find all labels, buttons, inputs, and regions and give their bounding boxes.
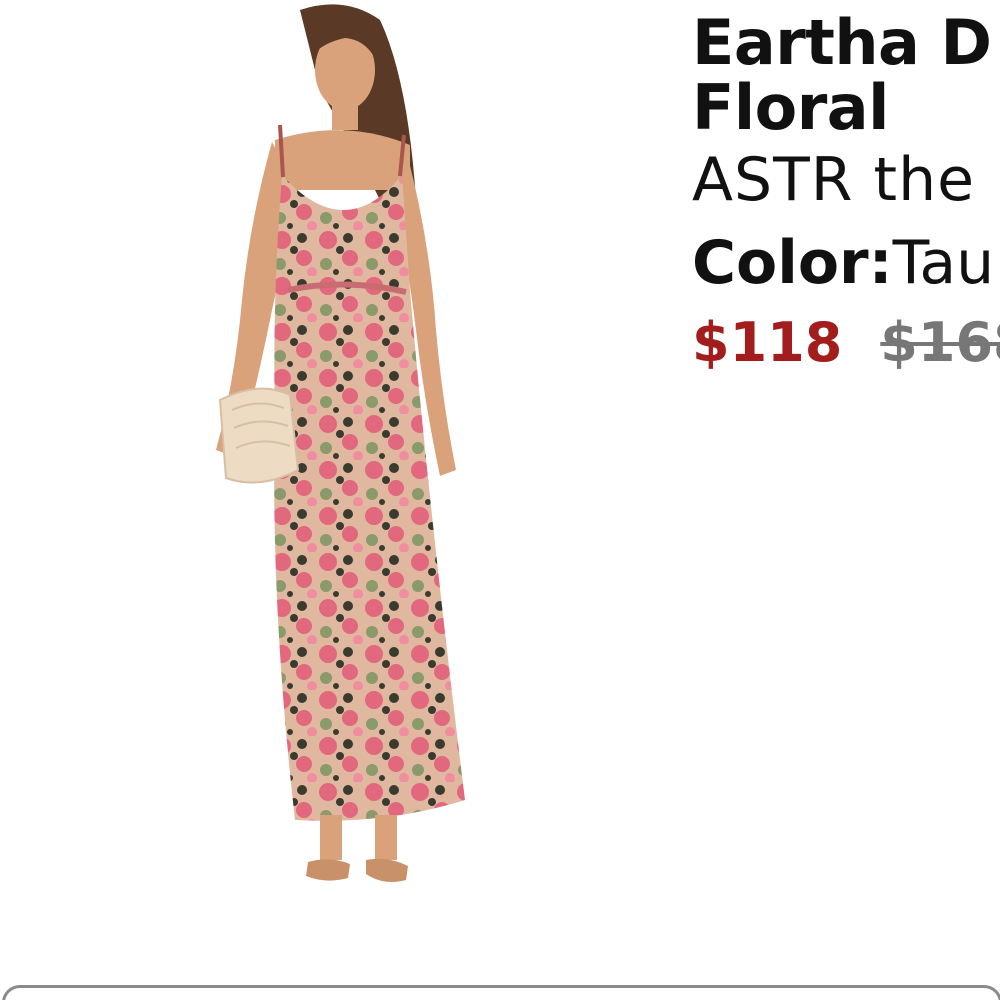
- product-brand[interactable]: ASTR the: [692, 140, 1000, 221]
- price-row: $118 $168: [692, 311, 1000, 376]
- product-image[interactable]: [180, 0, 500, 910]
- product-title-line1: Eartha D: [692, 6, 992, 79]
- color-row: Color:Tau: [692, 227, 1000, 299]
- original-price: $168: [880, 311, 1000, 375]
- product-page: Eartha D Floral ASTR the Color:Tau $118 $…: [0, 0, 1000, 1000]
- product-title[interactable]: Eartha D Floral: [692, 10, 1000, 140]
- product-info: Eartha D Floral ASTR the Color:Tau $118 $…: [692, 10, 1000, 376]
- product-title-line2: Floral: [692, 71, 889, 145]
- color-label: Color:: [692, 228, 893, 299]
- dress-model-photo: [216, 4, 465, 882]
- sale-price: $118: [692, 311, 843, 375]
- bottom-panel[interactable]: [2, 985, 1000, 1000]
- color-value: Tau: [892, 228, 995, 299]
